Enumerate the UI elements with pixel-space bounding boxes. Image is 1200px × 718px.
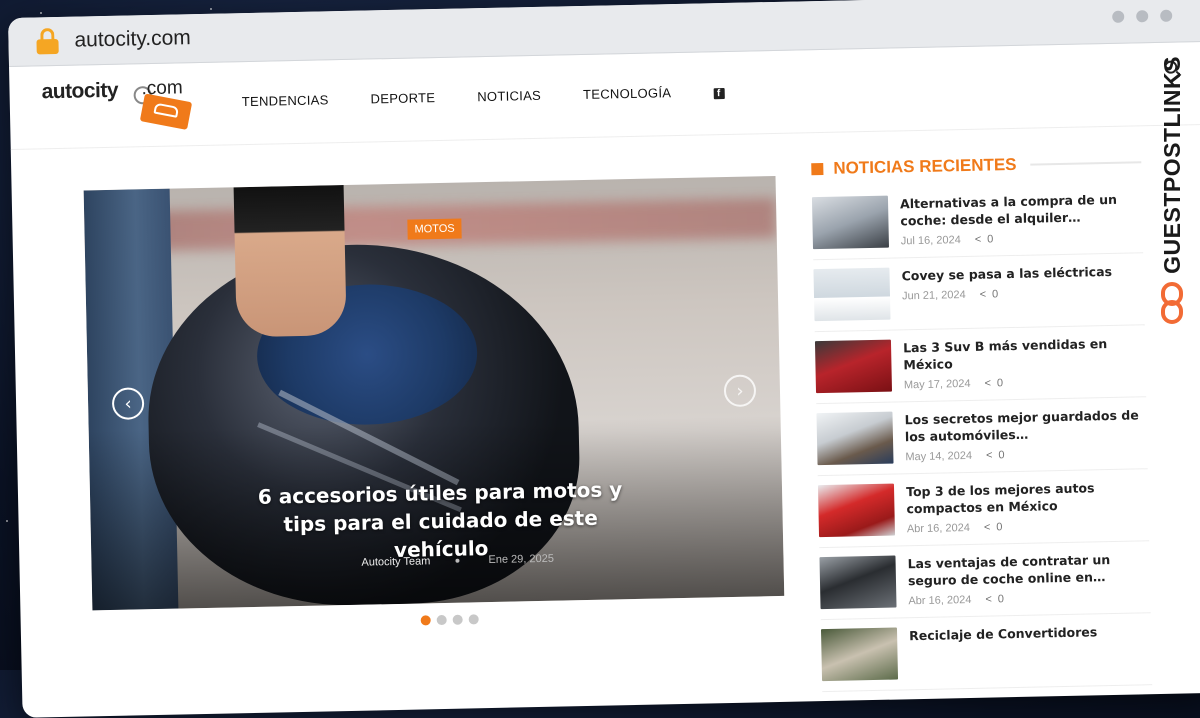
- watermark-text: GUESTPOSTLINKS: [1158, 56, 1185, 274]
- browser-window: autocity.com autocity .com TENDENCIAS DE…: [8, 0, 1200, 718]
- news-title[interactable]: Top 3 de los mejores autos compactos en …: [906, 478, 1149, 517]
- hero-author[interactable]: Autocity Team: [361, 555, 430, 568]
- heading-square-icon: [811, 162, 824, 176]
- url-text[interactable]: autocity.com: [74, 26, 191, 52]
- news-list-item[interactable]: Covey se pasa a las eléctricas Jun 21, 20…: [813, 262, 1145, 333]
- share-count: 0: [996, 377, 1004, 390]
- share-icon[interactable]: <0: [985, 593, 1004, 605]
- category-badge[interactable]: MOTOS: [407, 218, 462, 240]
- page-content: MOTOS 6 accesorios útiles para motos y t…: [11, 125, 1200, 710]
- hero-title[interactable]: 6 accesorios útiles para motos y tips pa…: [240, 475, 642, 567]
- sidebar-heading: NOTICIAS RECIENTES: [811, 152, 1142, 179]
- news-thumbnail[interactable]: [816, 411, 894, 466]
- pagination-dot[interactable]: [436, 614, 447, 626]
- nav-item-noticias[interactable]: NOTICIAS: [477, 88, 541, 104]
- news-date: Abr 16, 2024: [906, 521, 971, 536]
- news-list-item[interactable]: Las ventajas de contratar un seguro de c…: [819, 550, 1151, 621]
- news-date: Jul 16, 2024: [900, 234, 961, 248]
- hero-date: Ene 29, 2025: [488, 552, 555, 567]
- news-list-item[interactable]: Top 3 de los mejores autos compactos en …: [817, 478, 1150, 549]
- share-count: 0: [996, 521, 1003, 534]
- recent-news-sidebar: NOTICIAS RECIENTES Alternativas a la com…: [811, 152, 1153, 701]
- nav-item-tecnologia[interactable]: TECNOLOGÍA: [583, 85, 672, 102]
- news-thumbnail[interactable]: [811, 195, 890, 250]
- news-list-item[interactable]: Las 3 Suv B más vendidas en México May 17…: [814, 334, 1147, 405]
- slider-pagination: [420, 614, 479, 626]
- pagination-dot[interactable]: [420, 615, 431, 626]
- facebook-link[interactable]: f: [713, 84, 725, 100]
- share-icon[interactable]: <0: [980, 288, 999, 300]
- share-icon[interactable]: <0: [975, 233, 994, 245]
- news-title[interactable]: Las 3 Suv B más vendidas en México: [903, 334, 1146, 373]
- news-thumbnail[interactable]: [814, 339, 893, 394]
- news-title[interactable]: Reciclaje de Convertidores: [909, 622, 1151, 644]
- guestpostlinks-watermark: GUESTPOSTLINKS: [1152, 56, 1192, 356]
- window-dot-icon[interactable]: [1112, 10, 1125, 23]
- hero-image-arm: [233, 185, 347, 338]
- news-date: May 17, 2024: [903, 377, 971, 392]
- window-dot-icon[interactable]: [1160, 9, 1173, 22]
- news-thumbnail[interactable]: [817, 483, 896, 538]
- share-count: 0: [998, 449, 1005, 462]
- facebook-icon: f: [713, 88, 725, 100]
- news-date: May 14, 2024: [905, 449, 973, 464]
- news-list-item[interactable]: Los secretos mejor guardados de los auto…: [816, 406, 1148, 477]
- news-thumbnail[interactable]: [813, 267, 891, 322]
- window-dot-icon[interactable]: [1136, 10, 1149, 23]
- site-logo[interactable]: autocity .com: [41, 77, 202, 140]
- main-nav: TENDENCIAS DEPORTE NOTICIAS TECNOLOGÍA f: [242, 84, 725, 109]
- nav-item-tendencias[interactable]: TENDENCIAS: [242, 92, 329, 109]
- news-title[interactable]: Los secretos mejor guardados de los auto…: [904, 406, 1147, 445]
- share-count: 0: [997, 593, 1005, 606]
- news-list-item[interactable]: Reciclaje de Convertidores: [820, 622, 1153, 693]
- news-list-item[interactable]: Alternativas a la compra de un coche: de…: [811, 190, 1144, 261]
- share-count: 0: [987, 233, 994, 246]
- share-icon[interactable]: <0: [984, 521, 1003, 533]
- logo-word: autocity: [41, 78, 119, 104]
- pagination-dot[interactable]: [452, 614, 463, 625]
- news-title[interactable]: Alternativas a la compra de un coche: de…: [900, 190, 1143, 229]
- lock-icon: [36, 28, 59, 55]
- news-date: Jun 21, 2024: [901, 289, 966, 303]
- news-thumbnail[interactable]: [819, 555, 897, 610]
- share-icon[interactable]: <0: [984, 377, 1003, 389]
- news-date: Abr 16, 2024: [908, 593, 972, 608]
- window-controls: [1112, 9, 1173, 23]
- hero-slider[interactable]: MOTOS 6 accesorios útiles para motos y t…: [83, 175, 785, 611]
- chain-link-icon: [1161, 281, 1183, 326]
- slider-next-button[interactable]: ›: [723, 374, 757, 408]
- logo-car-tag-icon: [139, 93, 193, 130]
- nav-item-deporte[interactable]: DEPORTE: [370, 90, 435, 106]
- pagination-dot[interactable]: [468, 614, 479, 625]
- share-icon[interactable]: <0: [986, 449, 1005, 461]
- share-count: 0: [991, 288, 999, 301]
- news-title[interactable]: Covey se pasa a las eléctricas: [901, 262, 1143, 284]
- news-thumbnail[interactable]: [820, 627, 899, 682]
- news-title[interactable]: Las ventajas de contratar un seguro de c…: [907, 550, 1150, 589]
